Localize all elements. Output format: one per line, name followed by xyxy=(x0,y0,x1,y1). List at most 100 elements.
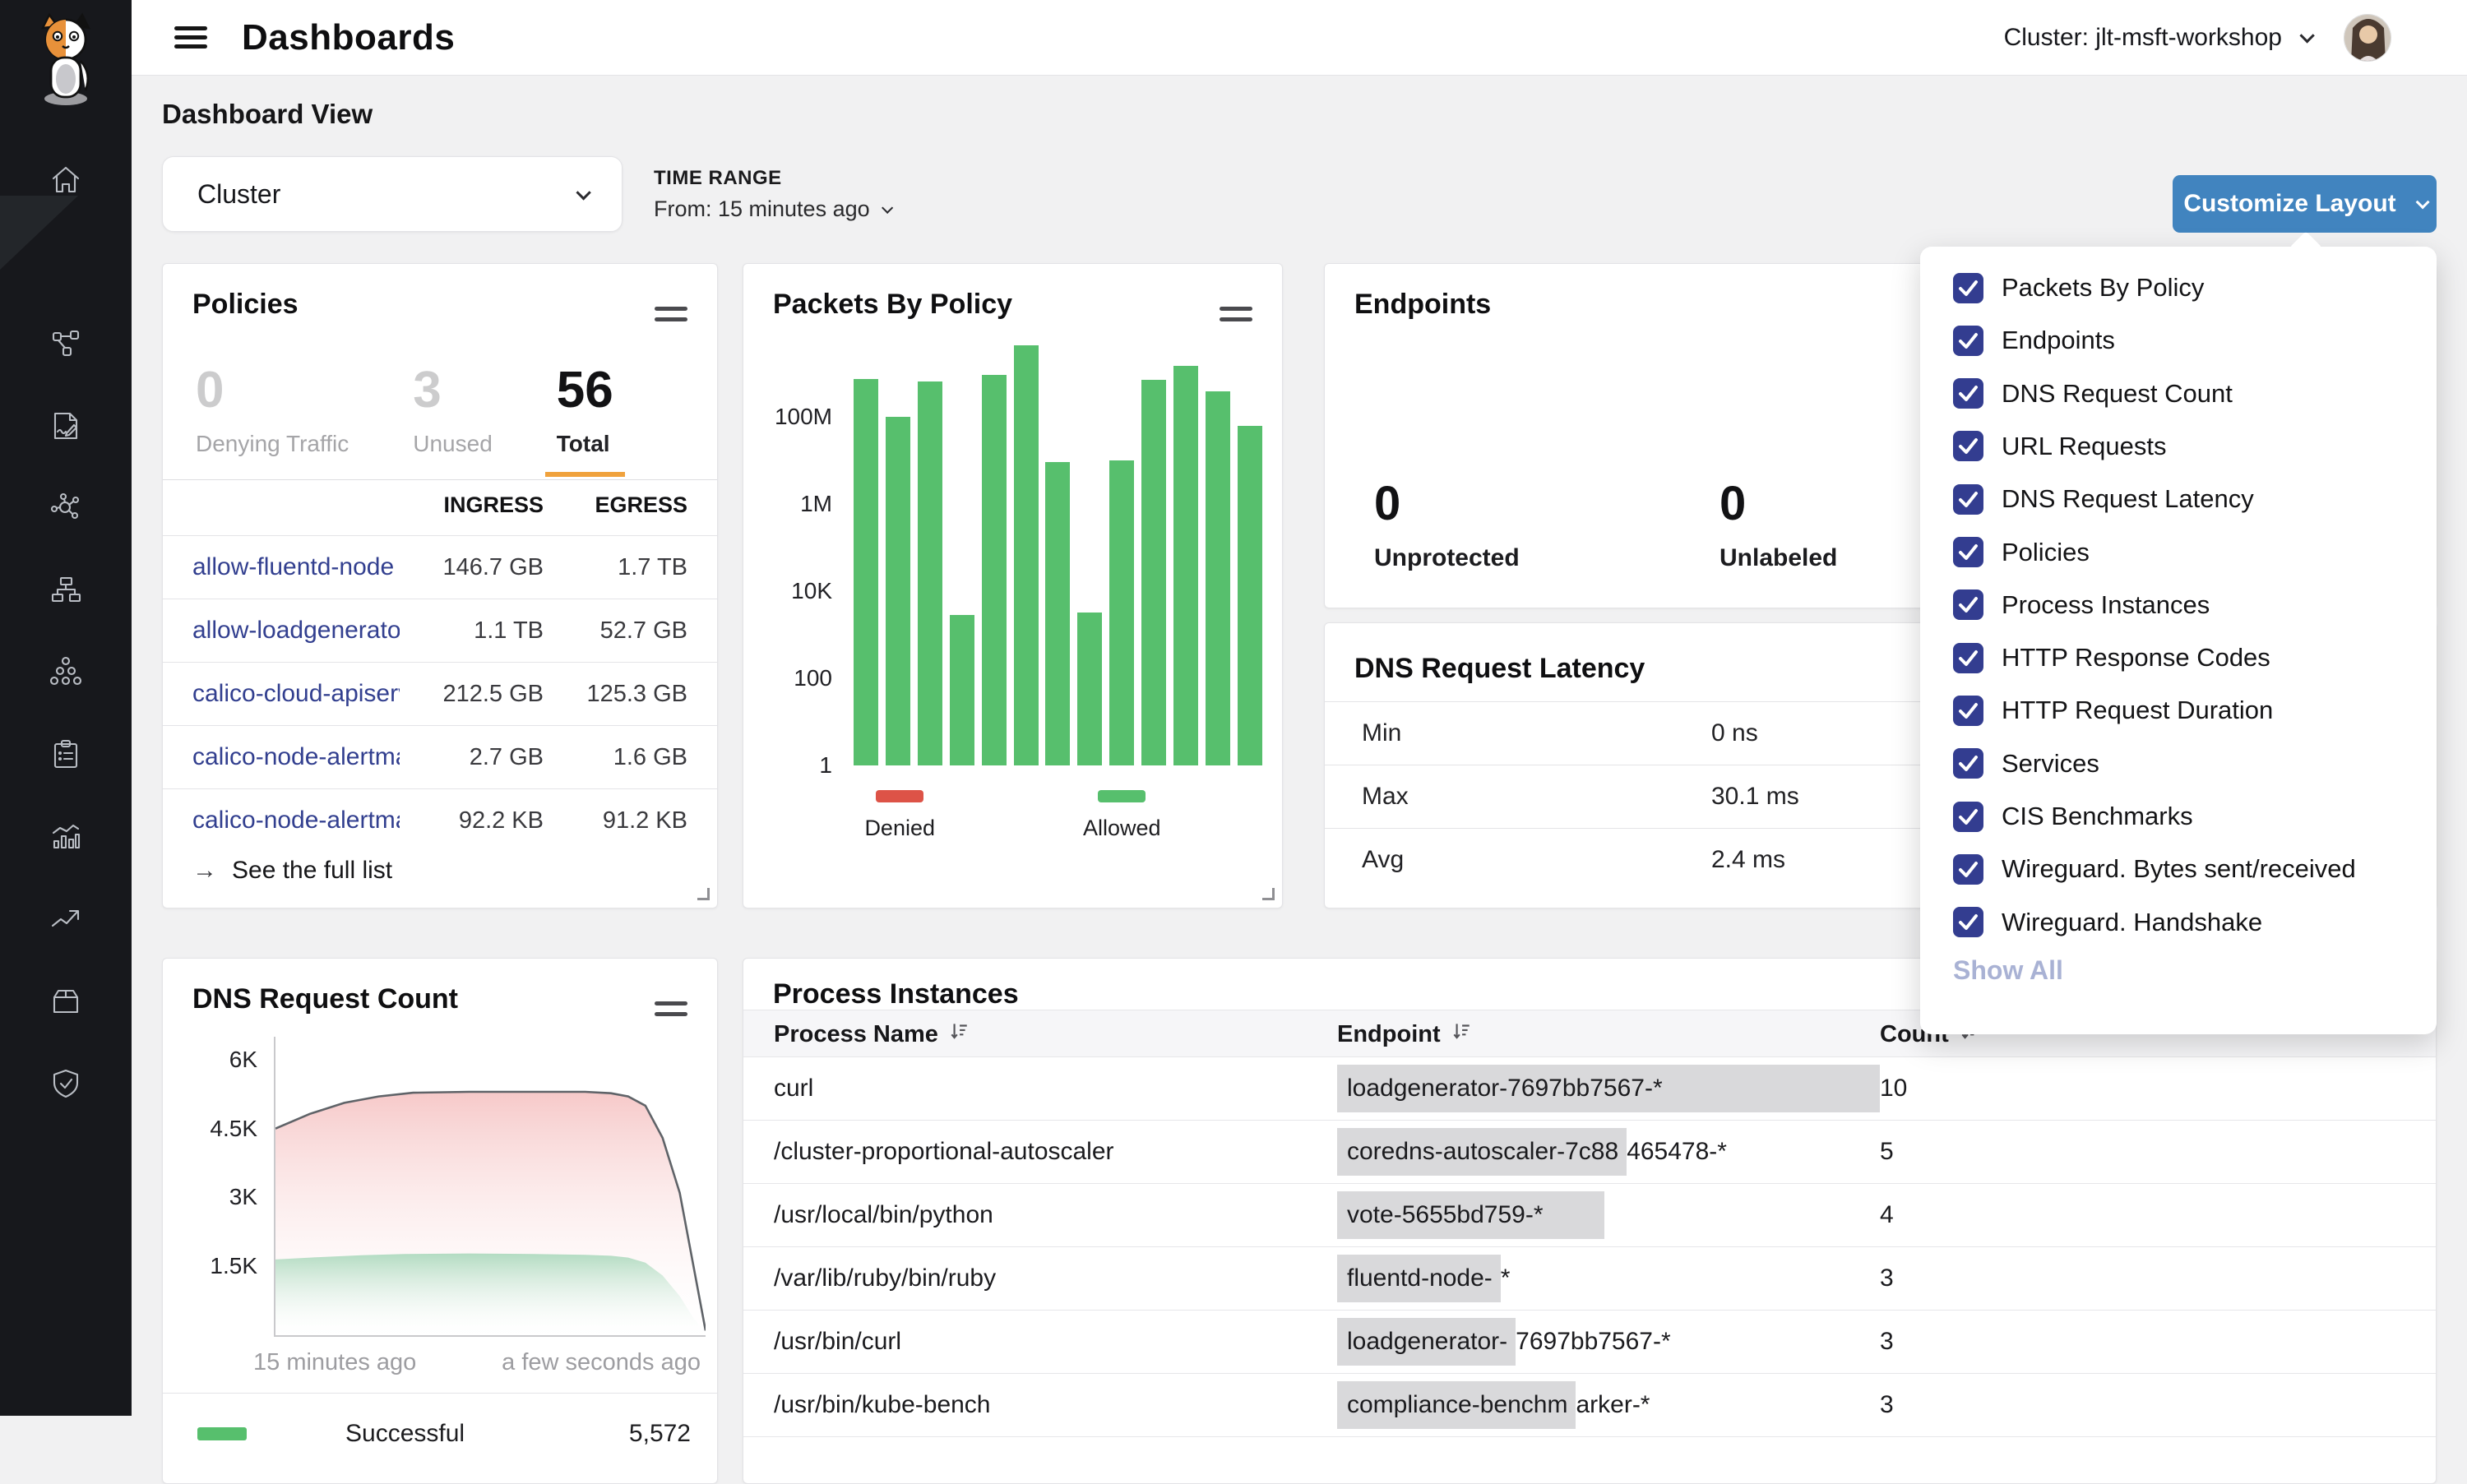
legend-item-allowed[interactable]: Allowed xyxy=(1083,790,1161,841)
dns-request-count-card: DNS Request Count 6K4.5K3K1.5K 15 minute… xyxy=(162,958,718,1484)
dashboard-view-select[interactable]: Cluster xyxy=(162,156,623,232)
endpoint-column-header[interactable]: Endpoint xyxy=(1337,1010,1472,1058)
checkbox-checked[interactable] xyxy=(1953,907,1983,937)
checkbox-checked[interactable] xyxy=(1953,326,1983,356)
policies-stats: 0Denying Traffic 3Unused 56Total xyxy=(196,361,613,477)
legend-item-denied[interactable]: Denied xyxy=(864,790,935,841)
policy-link[interactable]: calico-cloud-apiserver-… xyxy=(192,680,400,708)
packets-bar xyxy=(1238,426,1262,765)
checkbox-checked[interactable] xyxy=(1953,854,1983,885)
legend-label: Allowed xyxy=(1083,816,1161,841)
policy-link[interactable]: allow-loadgenerator xyxy=(192,617,400,645)
checkbox-checked[interactable] xyxy=(1953,643,1983,673)
dns-legend-row[interactable]: Successful 5,572 xyxy=(197,1409,691,1459)
customize-layout-menu: Packets By Policy Endpoints DNS Request Co… xyxy=(1920,247,2437,1034)
y-tick-label: 4.5K xyxy=(210,1116,275,1142)
menu-item-packets-by-policy[interactable]: Packets By Policy xyxy=(1953,266,2412,309)
checkbox-checked[interactable] xyxy=(1953,589,1983,620)
menu-item-label: Services xyxy=(2002,749,2099,779)
checkbox-checked[interactable] xyxy=(1953,802,1983,832)
sidebar-item-policies[interactable] xyxy=(0,399,132,456)
checkbox-checked[interactable] xyxy=(1953,748,1983,779)
sidebar-item-dashboards[interactable] xyxy=(0,234,132,292)
sidebar-item-service-graph[interactable] xyxy=(0,317,132,374)
menu-icon[interactable] xyxy=(174,21,207,53)
policies-stat-unused[interactable]: 3Unused xyxy=(413,361,493,477)
process-row: /usr/local/bin/pythonvote-5655bd759-*4 xyxy=(743,1184,2436,1247)
latency-label: Max xyxy=(1362,783,1409,811)
drag-handle-icon[interactable] xyxy=(1220,300,1252,328)
sidebar-item-network-sets[interactable] xyxy=(0,481,132,539)
menu-item-wireguard-bytes-sent-received[interactable]: Wireguard. Bytes sent/received xyxy=(1953,848,2412,890)
process-row: /usr/bin/curlloadgenerator-7697bb7567-*3 xyxy=(743,1311,2436,1374)
policies-stat-total[interactable]: 56Total xyxy=(557,361,613,477)
dashboard-view-label: Dashboard View xyxy=(162,99,373,130)
resize-handle-icon[interactable] xyxy=(1262,888,1275,900)
cluster-selector[interactable]: Cluster: jlt-msft-workshop xyxy=(2004,24,2311,52)
time-range-value-button[interactable]: From: 15 minutes ago xyxy=(654,196,890,222)
drag-handle-icon[interactable] xyxy=(655,995,687,1023)
menu-item-label: HTTP Response Codes xyxy=(2002,643,2270,673)
policy-link[interactable]: calico-node-alertmana… xyxy=(192,807,400,834)
menu-item-dns-request-latency[interactable]: DNS Request Latency xyxy=(1953,478,2412,520)
process-row: /var/lib/ruby/bin/rubyfluentd-node-*3 xyxy=(743,1247,2436,1311)
x-axis-labels: 15 minutes ago a few seconds ago xyxy=(253,1349,701,1376)
menu-item-wireguard-handshake[interactable]: Wireguard. Handshake xyxy=(1953,901,2412,944)
checkbox-checked[interactable] xyxy=(1953,431,1983,461)
dns-card-title: DNS Request Count xyxy=(192,983,458,1015)
latency-value: 30.1 ms xyxy=(1711,783,1799,811)
cluster-selector-label: Cluster: jlt-msft-workshop xyxy=(2004,24,2282,52)
customize-layout-button[interactable]: Customize Layout xyxy=(2173,175,2437,233)
process-name-column-header[interactable]: Process Name xyxy=(774,1010,970,1058)
sidebar-item-compliance[interactable] xyxy=(0,728,132,785)
sidebar-item-image-assurance[interactable] xyxy=(0,974,132,1032)
sidebar-item-tree[interactable] xyxy=(0,563,132,621)
menu-item-url-requests[interactable]: URL Requests xyxy=(1953,425,2412,468)
menu-item-services[interactable]: Services xyxy=(1953,742,2412,785)
menu-item-label: Policies xyxy=(2002,538,2090,567)
menu-item-http-request-duration[interactable]: HTTP Request Duration xyxy=(1953,689,2412,732)
user-avatar[interactable] xyxy=(2344,14,2391,62)
stat-label: Unused xyxy=(413,431,493,457)
calico-cat-logo[interactable] xyxy=(23,12,109,111)
menu-item-http-response-codes[interactable]: HTTP Response Codes xyxy=(1953,636,2412,679)
egress-column-header: EGRESS xyxy=(544,492,687,534)
sidebar xyxy=(0,0,132,1416)
process-name: /cluster-proportional-autoscaler xyxy=(774,1138,1114,1166)
policy-link[interactable]: calico-node-alertmana… xyxy=(192,743,400,771)
sidebar-item-activity[interactable] xyxy=(0,810,132,867)
sidebar-item-threat-defense[interactable] xyxy=(0,1056,132,1114)
checkbox-checked[interactable] xyxy=(1953,696,1983,726)
checkbox-checked[interactable] xyxy=(1953,484,1983,515)
menu-item-label: Wireguard. Bytes sent/received xyxy=(2002,854,2356,884)
sidebar-item-trend[interactable] xyxy=(0,892,132,950)
checkbox-checked[interactable] xyxy=(1953,378,1983,409)
packets-bar-chart: 100M1M10K1001 xyxy=(850,330,1266,765)
policies-stat-denying-traffic[interactable]: 0Denying Traffic xyxy=(196,361,349,477)
show-all-link[interactable]: Show All xyxy=(1953,955,2063,986)
ingress-value: 2.7 GB xyxy=(400,744,544,771)
compliance-icon xyxy=(47,736,85,778)
policy-link[interactable]: allow-fluentd-node xyxy=(192,553,400,581)
network-sets-icon xyxy=(47,489,85,531)
menu-item-dns-request-count[interactable]: DNS Request Count xyxy=(1953,372,2412,415)
see-full-list-link[interactable]: →See the full list xyxy=(192,857,392,885)
drag-handle-icon[interactable] xyxy=(655,300,687,328)
successful-value: 5,572 xyxy=(629,1420,691,1448)
menu-item-cis-benchmarks[interactable]: CIS Benchmarks xyxy=(1953,795,2412,838)
sidebar-item-home[interactable] xyxy=(0,152,132,210)
checkbox-checked[interactable] xyxy=(1953,273,1983,303)
menu-item-process-instances[interactable]: Process Instances xyxy=(1953,584,2412,626)
process-table-body: curlloadgenerator-7697bb7567-*10/cluster… xyxy=(743,1057,2436,1437)
y-tick-label: 3K xyxy=(229,1184,275,1210)
y-tick-label: 6K xyxy=(229,1047,275,1073)
sidebar-item-cluster[interactable] xyxy=(0,645,132,703)
checkbox-checked[interactable] xyxy=(1953,537,1983,567)
menu-item-label: CIS Benchmarks xyxy=(2002,802,2193,831)
menu-item-endpoints[interactable]: Endpoints xyxy=(1953,319,2412,362)
menu-item-policies[interactable]: Policies xyxy=(1953,531,2412,574)
count-value: 4 xyxy=(1880,1201,1894,1229)
resize-handle-icon[interactable] xyxy=(697,888,710,900)
chevron-down-icon xyxy=(2299,28,2314,43)
latency-card-title: DNS Request Latency xyxy=(1354,653,1645,685)
